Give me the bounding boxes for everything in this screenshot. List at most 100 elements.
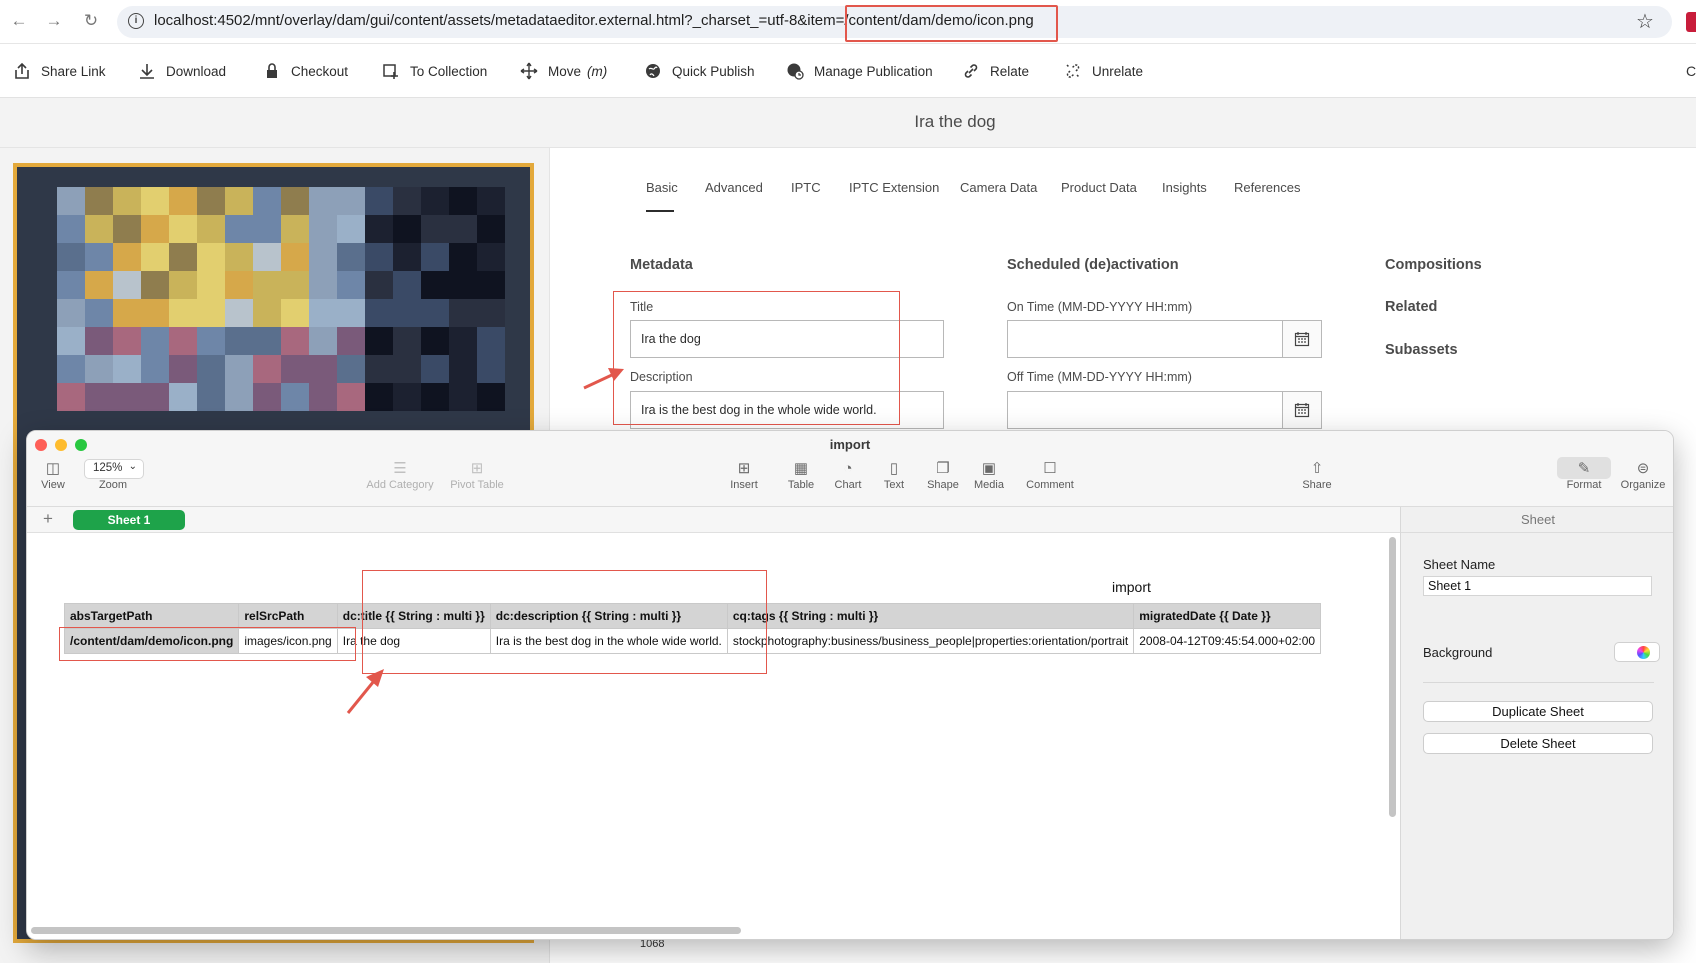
tab-basic[interactable]: Basic	[646, 180, 678, 195]
shape-button[interactable]: ❐ Shape	[925, 459, 961, 491]
mosaic-tile	[253, 243, 281, 271]
tab-advanced[interactable]: Advanced	[705, 180, 763, 195]
download-button[interactable]: Download	[137, 60, 226, 82]
move-shortcut: (m)	[587, 63, 608, 79]
mosaic-tile	[365, 355, 393, 383]
table-cell[interactable]: stockphotography:business/business_peopl…	[726, 628, 1135, 654]
mosaic-tile	[281, 355, 309, 383]
table-button[interactable]: ▦ Table	[784, 459, 818, 491]
mosaic-tile	[113, 215, 141, 243]
mosaic-tile	[253, 271, 281, 299]
add-category-button[interactable]: ☰ Add Category	[360, 459, 440, 491]
tab-iptc[interactable]: IPTC	[791, 180, 821, 195]
related-link[interactable]: Related	[1385, 299, 1437, 315]
chart-button[interactable]: ◔ Chart	[831, 459, 865, 491]
mosaic-tile	[85, 271, 113, 299]
media-button[interactable]: ▣ Media	[971, 459, 1007, 491]
mosaic-tile	[197, 187, 225, 215]
mosaic-tile	[365, 271, 393, 299]
unrelate-button[interactable]: Unrelate	[1063, 60, 1143, 82]
view-button[interactable]: ◫ View	[37, 459, 69, 491]
share-link-button[interactable]: Share Link	[12, 60, 106, 82]
header-cell[interactable]: migratedDate {{ Date }}	[1133, 603, 1322, 629]
on-time-field[interactable]	[1007, 320, 1283, 358]
mosaic-tile	[225, 383, 253, 411]
subassets-link[interactable]: Subassets	[1385, 342, 1458, 358]
comment-button[interactable]: ☐ Comment	[1022, 459, 1078, 491]
globe-clock-icon	[785, 61, 805, 81]
mosaic-tile	[477, 383, 505, 411]
vertical-scrollbar[interactable]	[1389, 537, 1396, 817]
manage-publication-label: Manage Publication	[814, 63, 933, 79]
mosaic-tile	[365, 215, 393, 243]
duplicate-sheet-button[interactable]: Duplicate Sheet	[1423, 701, 1653, 722]
reload-icon[interactable]: ↻	[80, 10, 102, 32]
share-button[interactable]: ⇧ Share	[1299, 459, 1335, 491]
chart-label: Chart	[834, 479, 862, 491]
table-cell[interactable]: 2008-04-12T09:45:54.000+02:00	[1133, 628, 1322, 654]
path-annotation-box	[59, 627, 356, 661]
quick-publish-button[interactable]: Quick Publish	[643, 60, 755, 82]
extension-icon[interactable]	[1686, 12, 1696, 32]
relate-button[interactable]: Relate	[961, 60, 1029, 82]
on-time-label: On Time (MM-DD-YYYY HH:mm)	[1007, 300, 1193, 314]
move-button[interactable]: Move (m)	[519, 60, 607, 82]
mosaic-tile	[197, 243, 225, 271]
tab-insights[interactable]: Insights	[1162, 180, 1207, 195]
color-wheel-icon[interactable]	[1637, 646, 1650, 659]
format-button[interactable]: ✎ Format	[1561, 459, 1607, 491]
mosaic-tile	[113, 299, 141, 327]
mosaic-tile	[253, 383, 281, 411]
tab-product-data[interactable]: Product Data	[1061, 180, 1137, 195]
compositions-link[interactable]: Compositions	[1385, 257, 1482, 273]
checkout-button[interactable]: Checkout	[262, 60, 348, 82]
delete-sheet-button[interactable]: Delete Sheet	[1423, 733, 1653, 754]
site-info-icon[interactable]: i	[128, 13, 144, 29]
horizontal-scrollbar[interactable]	[31, 927, 741, 934]
off-time-field[interactable]	[1007, 391, 1283, 429]
sheet-tab[interactable]: Sheet 1	[73, 510, 185, 530]
sheet-tab-bar: + Sheet 1	[27, 507, 1400, 533]
add-category-label: Add Category	[366, 479, 434, 491]
manage-publication-button[interactable]: Manage Publication	[785, 60, 933, 82]
insert-button[interactable]: ⊞ Insert	[724, 459, 764, 491]
tab-iptc-extension[interactable]: IPTC Extension	[849, 180, 939, 195]
header-cell[interactable]: relSrcPath	[238, 603, 338, 629]
mosaic-tile	[253, 215, 281, 243]
window-title: import	[829, 437, 871, 452]
header-cell[interactable]: cq:tags {{ String : multi }}	[726, 603, 1135, 629]
to-collection-button[interactable]: To Collection	[381, 60, 487, 82]
off-time-calendar-button[interactable]	[1282, 391, 1322, 429]
mosaic-tile	[197, 271, 225, 299]
mosaic-tile	[85, 355, 113, 383]
toolbar-overflow-text[interactable]: C	[1686, 63, 1696, 79]
mosaic-tile	[197, 383, 225, 411]
text-label: Text	[883, 479, 905, 491]
share-icon	[12, 61, 32, 81]
media-icon: ▣	[981, 460, 997, 477]
mosaic-tile	[337, 383, 365, 411]
mosaic-tile	[141, 187, 169, 215]
forward-arrow-icon[interactable]: →	[43, 10, 65, 32]
unrelate-label: Unrelate	[1092, 63, 1144, 79]
mosaic-tile	[393, 187, 421, 215]
zoom-select[interactable]: 125% ⌄	[84, 459, 144, 479]
mosaic-tile	[449, 215, 477, 243]
tab-references[interactable]: References	[1234, 180, 1300, 195]
sheet-name-input[interactable]: Sheet 1	[1423, 576, 1652, 596]
collection-icon	[381, 61, 401, 81]
pivot-table-button[interactable]: ⊞ Pivot Table	[447, 459, 507, 491]
bookmark-star-icon[interactable]: ☆	[1636, 9, 1654, 34]
tab-camera-data[interactable]: Camera Data	[960, 180, 1037, 195]
mosaic-tile	[421, 355, 449, 383]
checkout-label: Checkout	[291, 63, 349, 79]
add-sheet-icon[interactable]: +	[43, 509, 53, 529]
back-arrow-icon[interactable]: ←	[8, 10, 30, 32]
header-cell[interactable]: absTargetPath	[63, 603, 240, 629]
on-time-calendar-button[interactable]	[1282, 320, 1322, 358]
mosaic-tile	[169, 299, 197, 327]
form-annotation-box	[613, 291, 900, 425]
organize-button[interactable]: ⊜ Organize	[1617, 459, 1669, 491]
mosaic-tile	[57, 327, 85, 355]
text-button[interactable]: ▯ Text	[879, 459, 909, 491]
